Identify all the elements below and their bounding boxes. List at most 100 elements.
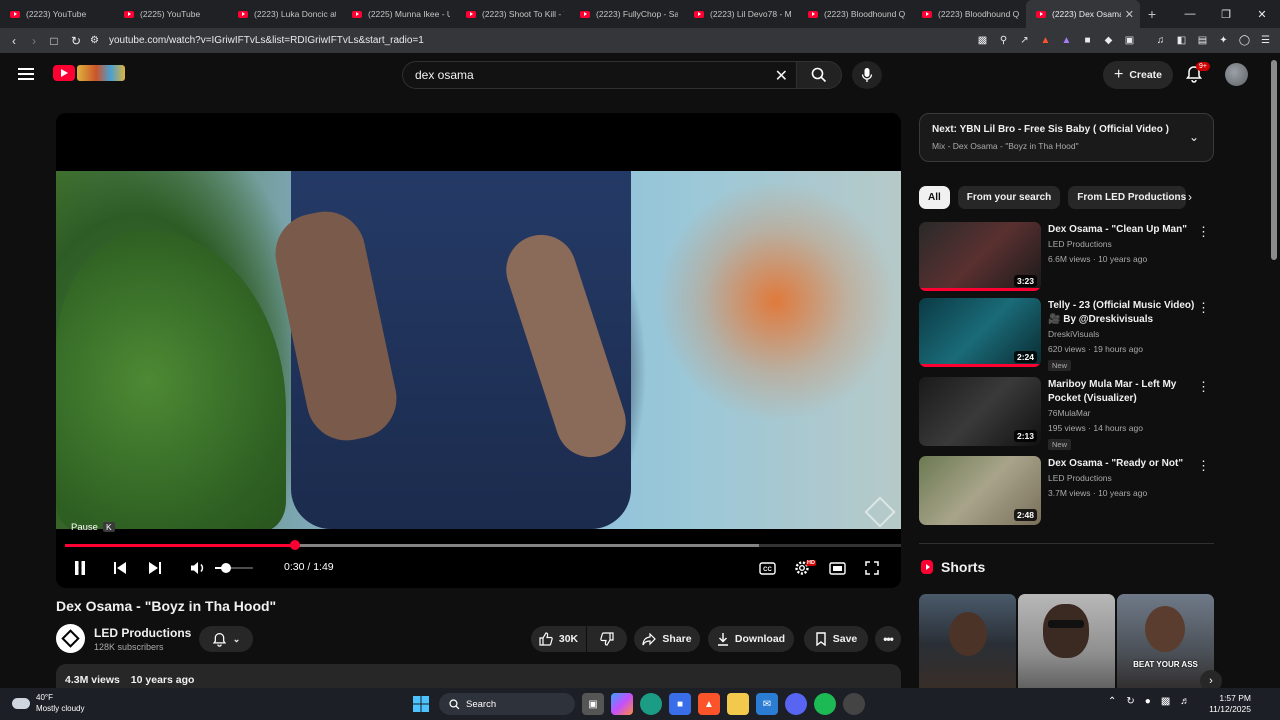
search-input[interactable]: dex osama ✕ [402,61,796,89]
browser-tab[interactable]: (2223) Dex Osama ✕ [1026,0,1140,28]
browser-tab[interactable]: (2223) FullyChop - Say [570,0,684,28]
account-avatar[interactable] [1225,63,1248,86]
rewards-icon[interactable]: ▲ [1058,32,1075,49]
browser-tab[interactable]: (2223) Bloodhound Q [798,0,912,28]
address-bar[interactable]: ⚙ youtube.com/watch?v=IGriwIFTvLs&list=R… [90,30,950,51]
task-view-icon[interactable]: ▣ [582,693,604,715]
video-player[interactable] [56,113,901,588]
volume-slider[interactable] [215,563,253,573]
dislike-button[interactable] [587,626,627,652]
taskbar-clock[interactable]: 1:57 PM 11/12/2025 [1203,693,1251,715]
more-vertical-icon[interactable]: ⋮ [1197,379,1210,395]
copilot-icon[interactable] [611,693,633,715]
up-next-panel[interactable]: Next: YBN Lil Bro - Free Sis Baby ( Offi… [919,113,1214,162]
voice-search-button[interactable] [852,61,882,89]
zoom-icon[interactable]: ⚲ [995,32,1012,49]
recommendation-item[interactable]: 2:13 Mariboy Mula Mar - Left My Pocket (V… [919,377,1214,450]
more-vertical-icon[interactable]: ⋮ [1197,458,1210,474]
recommendation-channel[interactable]: 76MulaMar [1048,408,1091,418]
close-tab-icon[interactable]: ✕ [1125,8,1134,21]
hamburger-menu-icon[interactable] [18,68,34,80]
next-button[interactable] [145,558,165,578]
reload-icon[interactable]: ↻ [66,34,86,48]
weather-widget[interactable]: 40°F Mostly cloudy [12,692,84,714]
brave-icon[interactable]: ▲ [698,693,720,715]
edge-icon[interactable] [640,693,662,715]
browser-menu-icon[interactable]: ☰ [1257,32,1274,49]
pause-button[interactable] [70,558,90,578]
browser-tab[interactable]: (2223) Luka Doncic at [228,0,342,28]
short-thumbnail[interactable] [1018,594,1115,694]
browser-tab[interactable]: (2225) Munna Ikee - U [342,0,456,28]
wallet-icon[interactable]: ▤ [1194,32,1211,49]
download-button[interactable]: Download [708,626,794,652]
forward-icon[interactable]: › [24,34,44,48]
recommendation-channel[interactable]: DreskiVisuals [1048,329,1099,339]
start-icon[interactable] [410,693,432,715]
sidebar-icon[interactable]: ◧ [1173,32,1190,49]
tray-overflow-icon[interactable]: ⌃ [1108,696,1116,707]
spotify-icon[interactable] [814,693,836,715]
youtube-logo[interactable] [53,65,125,81]
search-button[interactable] [796,61,842,89]
brave-shield-icon[interactable]: ▲ [1037,32,1054,49]
store-icon[interactable]: ■ [669,693,691,715]
browser-tab[interactable]: (2223) Lil Devo78 - Mi [684,0,798,28]
chip-all[interactable]: All [919,186,950,209]
more-actions-button[interactable]: ••• [875,626,901,652]
short-thumbnail[interactable] [919,594,1016,694]
sync-icon[interactable]: ↻ [1126,696,1134,707]
browser-tab[interactable]: (2223) Shoot To Kill - Y [456,0,570,28]
restore-icon[interactable]: ❐ [1208,0,1244,28]
network-icon[interactable]: ▩ [1161,696,1170,707]
create-button[interactable]: + Create [1103,61,1173,89]
recommendation-title[interactable]: Mariboy Mula Mar - Left My Pocket (Visua… [1048,378,1198,406]
recommendation-item[interactable]: 3:23 Dex Osama - "Clean Up Man" LED Produc… [919,222,1214,292]
page-scrollbar[interactable] [1271,60,1277,260]
fullscreen-button[interactable] [862,558,882,578]
bookmark-icon[interactable]: □ [44,34,64,48]
new-tab-button[interactable]: + [1140,0,1164,28]
more-vertical-icon[interactable]: ⋮ [1197,224,1210,240]
recommendation-item[interactable]: 2:24 Telly - 23 (Official Music Video) 🎥 … [919,298,1214,371]
theater-mode-button[interactable] [827,558,847,578]
share-page-icon[interactable]: ↗ [1016,32,1033,49]
recommendation-item[interactable]: 2:48 Dex Osama - "Ready or Not" LED Produc… [919,456,1214,526]
chip-from-your-search[interactable]: From your search [957,186,1061,209]
minimize-icon[interactable]: — [1172,0,1208,28]
screenshot-icon[interactable]: ▣ [1121,32,1138,49]
app-icon[interactable] [843,693,865,715]
mic-tray-icon[interactable]: ● [1145,696,1151,707]
browser-tab[interactable]: (2225) YouTube [114,0,228,28]
recommendation-title[interactable]: Dex Osama - "Ready or Not" [1048,457,1198,471]
close-window-icon[interactable]: ✕ [1244,0,1280,28]
media-icon[interactable]: ♫ [1152,32,1169,49]
discord-icon[interactable] [785,693,807,715]
chevron-right-icon[interactable]: › [1188,190,1192,204]
recommendation-title[interactable]: Telly - 23 (Official Music Video) 🎥 By @… [1048,299,1198,327]
video-thumbnail[interactable]: 2:24 [919,298,1041,367]
taskbar-search[interactable]: Search [439,693,575,715]
clear-search-icon[interactable]: ✕ [775,66,788,86]
video-thumbnail[interactable]: 2:48 [919,456,1041,525]
vpn-icon[interactable]: ◯ [1236,32,1253,49]
site-info-icon[interactable]: ⚙ [90,35,99,46]
leo-icon[interactable]: ✦ [1215,32,1232,49]
save-button[interactable]: Save [804,626,868,652]
chevron-down-icon[interactable]: ⌄ [1189,130,1199,144]
back-icon[interactable]: ‹ [4,34,24,48]
previous-button[interactable] [110,558,130,578]
video-thumbnail[interactable]: 3:23 [919,222,1041,291]
channel-avatar[interactable] [56,624,85,653]
video-frame[interactable] [56,171,901,529]
mail-icon[interactable]: ✉ [756,693,778,715]
channel-watermark[interactable] [864,496,896,528]
recommendation-channel[interactable]: LED Productions [1048,473,1112,483]
like-button[interactable]: 30K [531,626,586,652]
file-explorer-icon[interactable] [727,693,749,715]
browser-tab[interactable]: (2223) YouTube [0,0,114,28]
chip-from-channel[interactable]: From LED Productions [1068,186,1187,209]
mute-button[interactable] [188,558,208,578]
puzzle-icon[interactable]: ◆ [1100,32,1117,49]
share-button[interactable]: Share [634,626,700,652]
